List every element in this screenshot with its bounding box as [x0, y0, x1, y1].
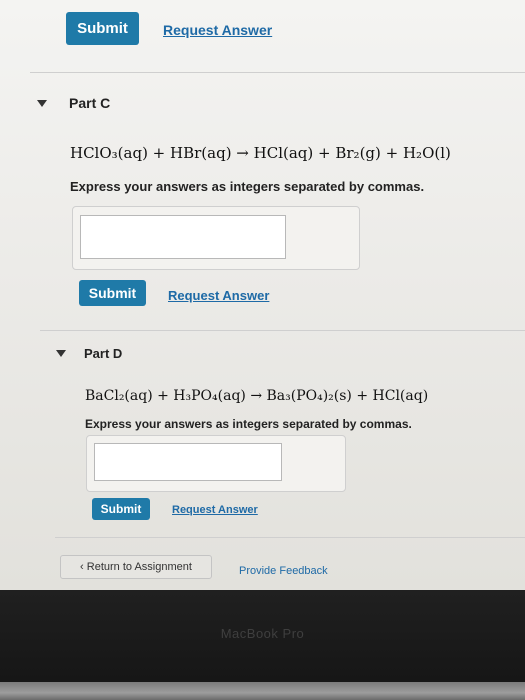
device-label: MacBook Pro	[220, 626, 305, 641]
collapse-caret-icon[interactable]	[56, 350, 66, 357]
part-c-instructions: Express your answers as integers separat…	[70, 179, 425, 194]
return-to-assignment-button[interactable]: ‹ Return to Assignment	[60, 555, 212, 579]
part-d-instructions: Express your answers as integers separat…	[85, 417, 412, 431]
part-c-equation: HClO₃(aq) + HBr(aq) → HCl(aq) + Br₂(g) +…	[70, 144, 451, 162]
laptop-hinge	[0, 682, 525, 700]
part-d-answer-panel	[86, 435, 346, 492]
part-d-submit-button[interactable]: Submit	[92, 498, 150, 520]
part-d-title[interactable]: Part D	[84, 346, 122, 361]
divider	[30, 72, 525, 73]
divider	[55, 537, 525, 538]
laptop-bezel: MacBook Pro	[0, 590, 525, 700]
screen: Submit Request Answer Part C HClO₃(aq) +…	[0, 0, 525, 590]
part-c-answer-panel	[72, 206, 360, 270]
part-c-submit-button[interactable]: Submit	[79, 280, 146, 306]
part-d-equation: BaCl₂(aq) + H₃PO₄(aq) → Ba₃(PO₄)₂(s) + H…	[85, 388, 429, 404]
part-c-title[interactable]: Part C	[69, 95, 110, 111]
request-answer-link-previous[interactable]: Request Answer	[163, 22, 272, 38]
submit-button-previous[interactable]: Submit	[66, 12, 139, 45]
part-d-answer-input[interactable]	[94, 443, 282, 481]
part-c-request-answer-link[interactable]: Request Answer	[168, 288, 269, 303]
part-d-request-answer-link[interactable]: Request Answer	[172, 504, 258, 516]
collapse-caret-icon[interactable]	[37, 100, 47, 107]
provide-feedback-link[interactable]: Provide Feedback	[239, 565, 328, 577]
divider	[40, 330, 525, 331]
part-c-answer-input[interactable]	[80, 215, 286, 259]
